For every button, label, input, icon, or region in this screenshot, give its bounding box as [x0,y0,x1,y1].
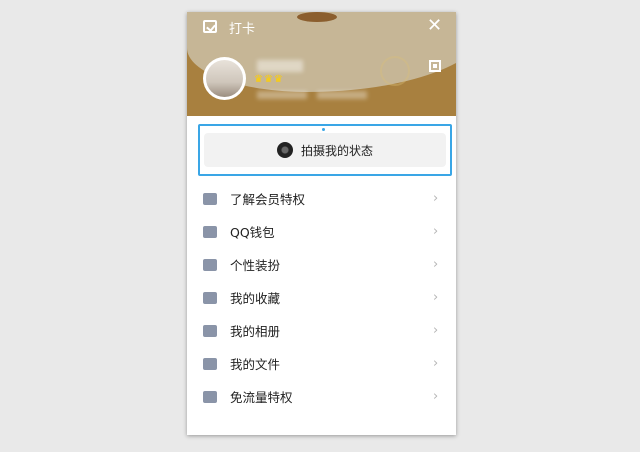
qr-code-icon[interactable] [429,60,441,72]
menu-item-vip[interactable]: 了解会员特权 › [187,182,456,215]
chevron-right-icon: › [433,224,439,239]
vip-icon [203,192,217,205]
menu-item-dressup[interactable]: 个性装扮 › [187,248,456,281]
folder-icon [203,357,217,370]
bookmark-icon [203,291,217,304]
photo-icon [203,324,217,337]
shirt-icon [203,258,217,271]
chevron-right-icon: › [433,323,439,338]
chevron-right-icon: › [433,257,439,272]
level-emblem-icon [380,56,410,86]
signal-icon [203,390,217,403]
menu-item-wallet[interactable]: QQ钱包 › [187,215,456,248]
chevron-right-icon: › [433,191,439,206]
close-icon[interactable]: ✕ [427,17,442,35]
checkin-icon[interactable] [203,20,217,33]
user-info-blurred-2 [317,91,367,99]
side-drawer: 打卡 ✕ ♛♛♛ 拍摄我的状态 了解会员特权 › QQ钱包 › 个性装扮 › 我… [187,12,456,435]
chevron-right-icon: › [433,356,439,371]
avatar[interactable] [203,57,246,100]
status-button-label: 拍摄我的状态 [300,143,373,158]
chevron-right-icon: › [433,389,439,404]
menu-item-label: QQ钱包 [230,225,275,240]
menu-item-label: 个性装扮 [230,258,281,273]
menu-item-favorites[interactable]: 我的收藏 › [187,281,456,314]
menu-item-label: 我的相册 [230,324,281,339]
camera-icon [276,142,293,158]
username-blurred [257,60,303,72]
checkin-label[interactable]: 打卡 [229,18,255,37]
profile-header: 打卡 ✕ ♛♛♛ [187,12,456,116]
menu-item-label: 了解会员特权 [230,192,306,207]
user-info-blurred [257,91,307,99]
notification-dot [322,128,325,131]
menu-item-label: 我的收藏 [230,291,281,306]
menu-item-album[interactable]: 我的相册 › [187,314,456,347]
menu-item-label: 我的文件 [230,357,281,372]
menu-item-label: 免流量特权 [230,390,293,405]
menu-item-free-data[interactable]: 免流量特权 › [187,380,456,413]
take-status-photo-button[interactable]: 拍摄我的状态 [198,124,452,176]
chevron-right-icon: › [433,290,439,305]
menu-list: 了解会员特权 › QQ钱包 › 个性装扮 › 我的收藏 › 我的相册 › 我的文… [187,182,456,413]
crown-icons: ♛♛♛ [254,74,284,85]
wallet-icon [203,225,217,238]
header-background-art-detail [297,12,337,22]
menu-item-files[interactable]: 我的文件 › [187,347,456,380]
